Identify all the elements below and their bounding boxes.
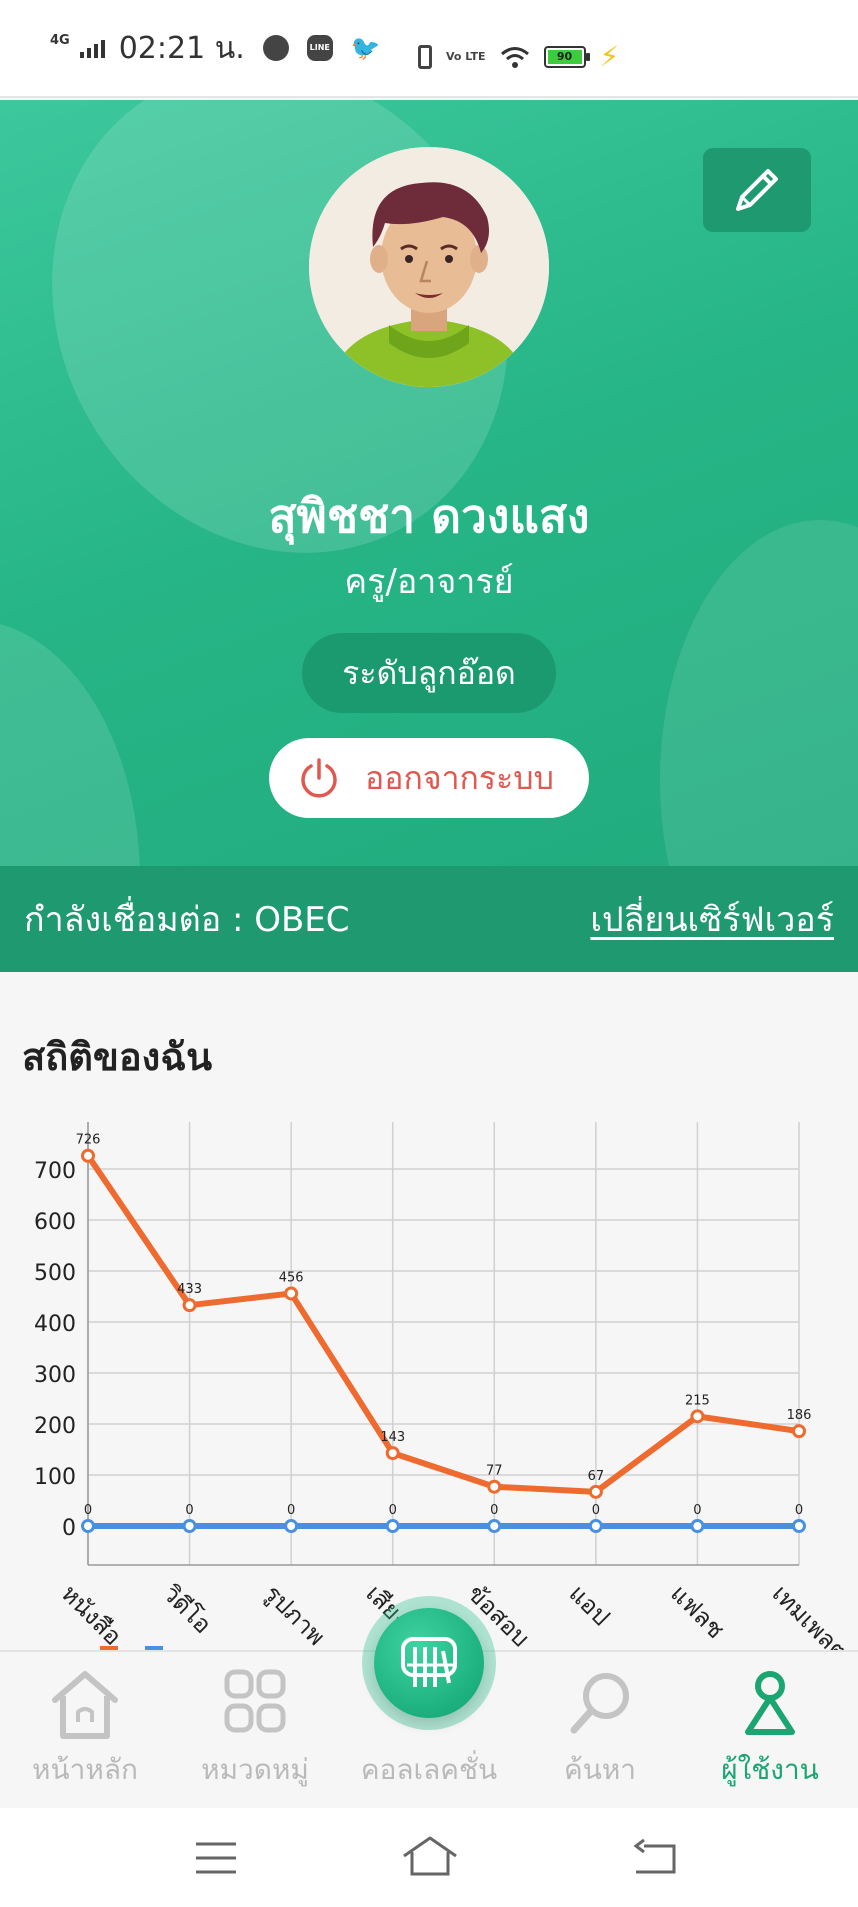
stats-title: สถิติของฉัน: [22, 1035, 213, 1079]
x-tick-label: หนังสือ: [56, 1579, 127, 1650]
messenger-icon: [262, 35, 289, 61]
avatar[interactable]: [309, 147, 549, 387]
data-label: 433: [177, 1282, 202, 1297]
stats-chart: 0 100 200 300 400 500 600 700726 433 456 143 77 67 21…: [34, 1122, 853, 1660]
y-tick-label: 400: [34, 1312, 76, 1337]
server-status: กำลังเชื่อมต่อ : OBEC: [24, 900, 350, 940]
nav-categories[interactable]: หมวดหมู่: [170, 1652, 340, 1810]
y-tick-label: 100: [34, 1465, 76, 1490]
data-point: [182, 1298, 197, 1313]
y-tick-label: 300: [34, 1363, 76, 1388]
logout-label: ออกจากระบบ: [365, 758, 554, 797]
data-label: 186: [787, 1408, 812, 1423]
vibrate-icon: [418, 44, 432, 69]
screen: 4G 02:21 น. LINE 🐦 Vo LTE 90 ⚡ สุพิชชา ด…: [0, 0, 858, 1907]
data-label: 0: [693, 1503, 701, 1518]
pencil-icon: [736, 169, 778, 211]
y-tick-label: 700: [34, 1159, 76, 1184]
data-label: 0: [185, 1503, 193, 1518]
data-label: 726: [76, 1133, 101, 1148]
data-label: 0: [592, 1503, 600, 1518]
line-icon: LINE: [306, 35, 333, 61]
data-point: [385, 1446, 400, 1461]
system-home-icon[interactable]: [400, 1834, 460, 1880]
data-label: 77: [486, 1464, 503, 1479]
data-label: 215: [685, 1393, 710, 1408]
data-point: [385, 1519, 400, 1533]
nav-search[interactable]: ค้นหา: [515, 1652, 685, 1810]
user-icon: [745, 1671, 795, 1735]
change-server-link[interactable]: เปลี่ยนเซิร์ฟเวอร์: [590, 892, 834, 946]
nav-label-home: หน้าหลัก: [32, 1753, 138, 1786]
level-badge: ระดับลูกอ๊อด: [302, 633, 556, 713]
x-tick-label: รูปภาพ: [258, 1579, 330, 1651]
home-icon: [52, 1671, 118, 1739]
battery-icon: 90: [543, 45, 590, 68]
charging-icon: ⚡: [599, 40, 620, 73]
x-tick-label: เทมเพลต: [767, 1579, 853, 1660]
search-icon: [570, 1673, 629, 1734]
status-left: 4G 02:21 น. LINE 🐦: [50, 25, 381, 72]
x-tick-label: วิดีโอ: [157, 1579, 217, 1639]
data-point: [487, 1479, 502, 1494]
power-icon: [301, 758, 337, 798]
data-label: 0: [287, 1503, 295, 1518]
x-tick-label: แฟลช: [665, 1579, 730, 1644]
series-line-0: [85, 1154, 800, 1495]
avatar-illustration: [309, 147, 549, 387]
data-label: 0: [84, 1503, 92, 1518]
y-tick-label: 200: [34, 1414, 76, 1439]
menu-icon[interactable]: [194, 1838, 238, 1878]
back-icon[interactable]: [630, 1836, 678, 1878]
data-label: 143: [380, 1430, 405, 1445]
data-label: 0: [795, 1503, 803, 1518]
data-point: [588, 1484, 603, 1499]
collection-icon: [401, 1637, 457, 1687]
status-right: Vo LTE 90 ⚡: [418, 40, 619, 73]
user-name: สุพิชชา ดวงแสง: [268, 489, 590, 543]
wifi-icon: [500, 46, 529, 68]
data-point: [588, 1519, 603, 1533]
data-point: [690, 1409, 705, 1424]
y-tick-label: 500: [34, 1261, 76, 1286]
data-point: [690, 1519, 705, 1533]
y-tick-label: 600: [34, 1210, 76, 1235]
data-label: 456: [279, 1270, 304, 1285]
nav-user[interactable]: ผู้ใช้งาน: [685, 1652, 855, 1810]
edit-profile-button[interactable]: [703, 148, 811, 232]
logout-button[interactable]: ออกจากระบบ: [269, 738, 589, 818]
profile-header: สุพิชชา ดวงแสง ครู/อาจารย์ ระดับลูกอ๊อด …: [0, 100, 858, 972]
nav-label-user: ผู้ใช้งาน: [721, 1753, 819, 1786]
data-point: [284, 1519, 299, 1533]
data-point: [284, 1286, 299, 1301]
user-role: ครู/อาจารย์: [344, 562, 514, 602]
clock: 02:21 น.: [118, 30, 245, 66]
data-point: [81, 1148, 95, 1163]
collection-button[interactable]: [374, 1608, 484, 1718]
battery-level: 90: [547, 49, 582, 64]
nav-label-categories: หมวดหมู่: [201, 1753, 309, 1786]
data-label: 67: [588, 1469, 605, 1484]
status-bar: 4G 02:21 น. LINE 🐦 Vo LTE 90 ⚡: [0, 0, 858, 98]
nav-label-search: ค้นหา: [563, 1753, 637, 1786]
data-point: [182, 1519, 197, 1533]
server-bar: กำลังเชื่อมต่อ : OBEC เปลี่ยนเซิร์ฟเวอร์: [0, 866, 858, 972]
data-label: 0: [389, 1503, 397, 1518]
data-label: 0: [490, 1503, 498, 1518]
y-tick-label: 0: [62, 1516, 76, 1541]
x-tick-label: แอป: [564, 1579, 616, 1631]
category-grid-icon: [224, 1669, 286, 1733]
signal-icon: [79, 38, 105, 58]
data-point: [487, 1519, 502, 1533]
data-point: [81, 1519, 95, 1533]
network-type: 4G: [50, 32, 70, 48]
nav-label-collection: คอลเลคชั่น: [360, 1753, 498, 1786]
twitter-icon: 🐦: [350, 34, 381, 62]
volte-icon: Vo LTE: [446, 50, 486, 63]
nav-home[interactable]: หน้าหลัก: [0, 1652, 170, 1810]
data-point: [792, 1424, 806, 1439]
data-point: [792, 1519, 806, 1533]
system-nav-bar: [0, 1808, 858, 1907]
